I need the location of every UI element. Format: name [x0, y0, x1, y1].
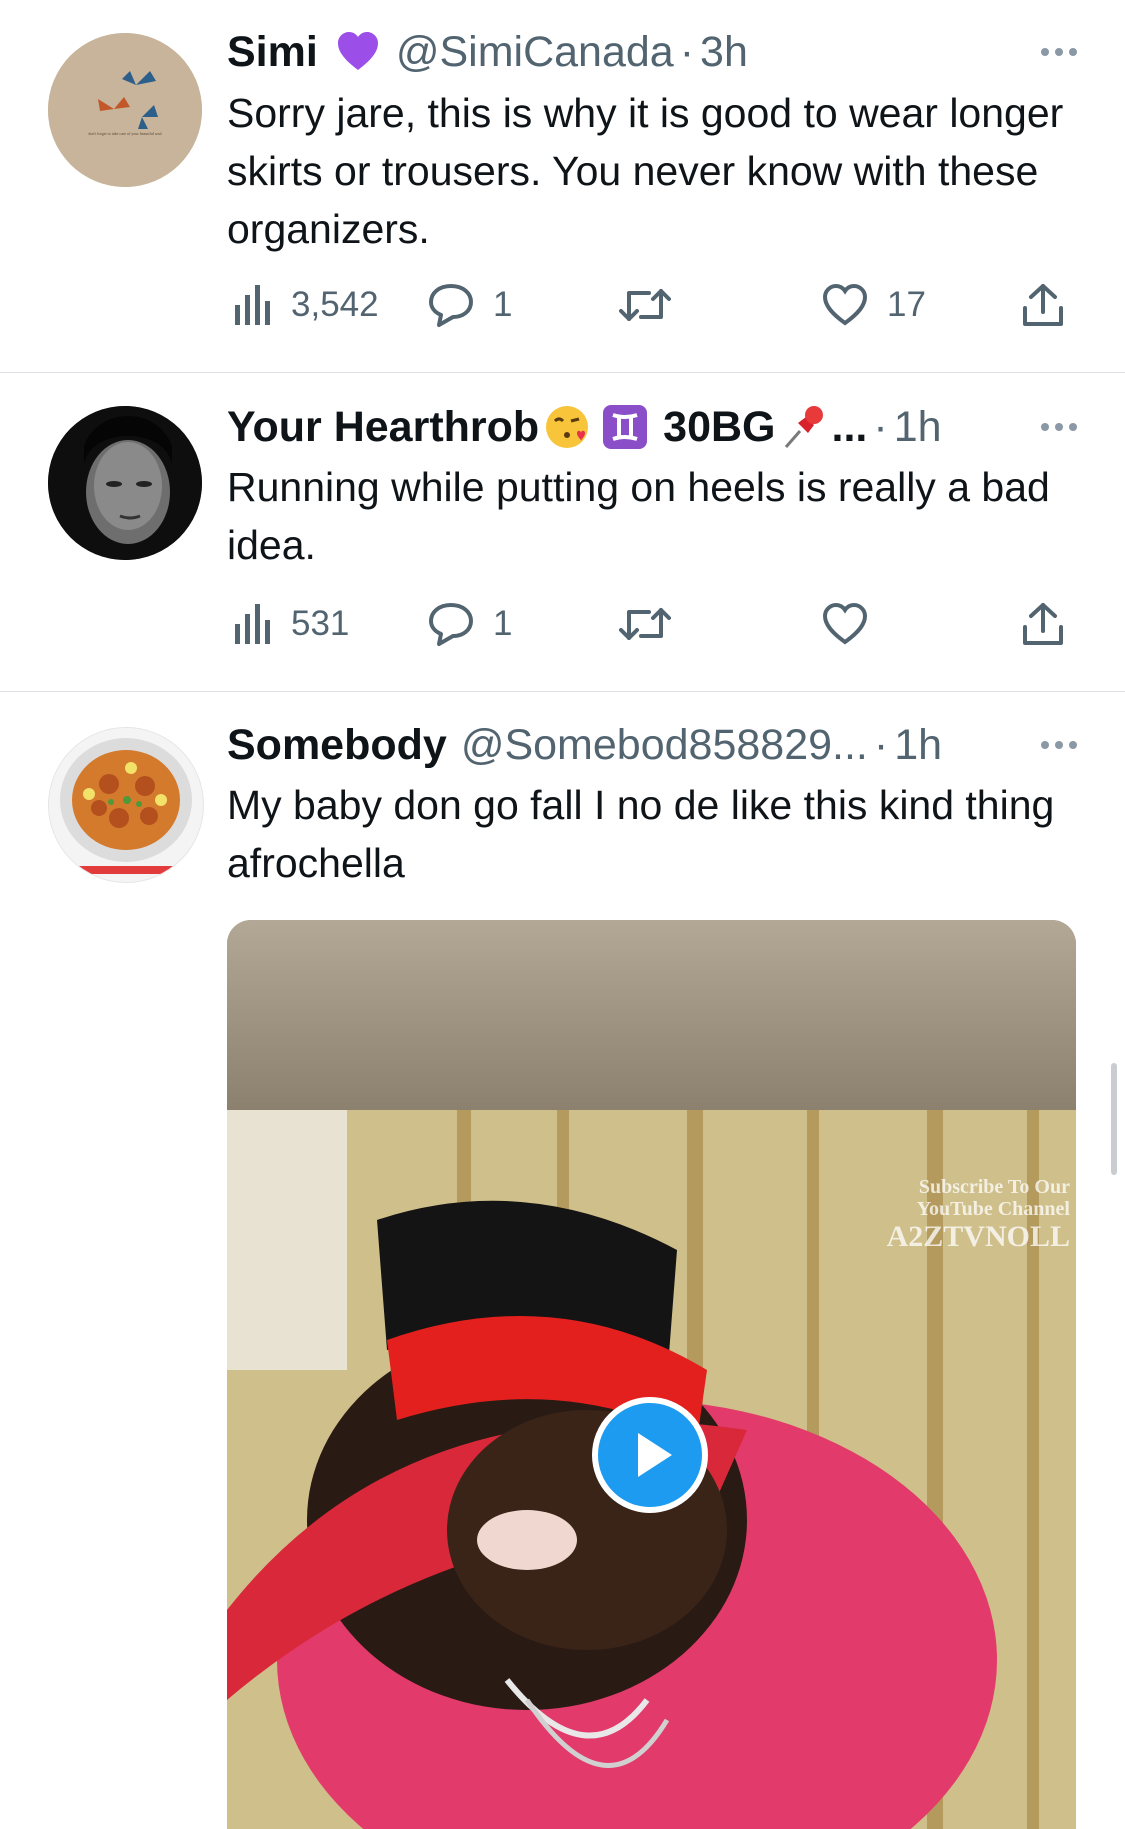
tweet-text: My baby don go fall I no de like this ki… [227, 782, 1055, 886]
watermark: Subscribe To Our YouTube Channel A2ZTVNO… [887, 1176, 1070, 1254]
scrollbar[interactable] [1111, 1063, 1117, 1175]
tweet-header: Your Hearthrob 30BG ... · 1h [227, 399, 1065, 455]
retweet-icon [619, 289, 671, 321]
display-name[interactable]: Simi [227, 28, 318, 77]
retweet-button[interactable] [619, 594, 671, 654]
watermark-line: A2ZTVNOLL [886, 1220, 1070, 1253]
more-options-icon[interactable] [1041, 399, 1077, 455]
reply-button[interactable]: 1 [427, 594, 512, 654]
truncation: ... [831, 402, 868, 451]
food-plate-icon [49, 728, 203, 882]
portrait-icon [48, 406, 202, 560]
retweet-icon [619, 608, 671, 640]
reply-count: 1 [493, 285, 513, 324]
share-button[interactable] [1021, 594, 1065, 654]
tweet-text: Sorry jare, this is why it is good to we… [227, 90, 1064, 252]
separator: · [873, 720, 889, 769]
views-icon [235, 604, 270, 644]
butterfly-icon [48, 33, 202, 187]
separator: · [873, 402, 888, 451]
views-count: 531 [291, 604, 350, 643]
purple-heart-icon [337, 32, 378, 70]
video-thumbnail [227, 920, 1076, 1829]
separator: · [679, 27, 695, 76]
action-bar: 531 1 [227, 594, 1077, 654]
heart-icon [822, 283, 868, 326]
avatar-caption: don't forget to take care of your beauti… [88, 131, 162, 136]
display-name[interactable]: Your Hearthrob [227, 403, 539, 452]
share-icon [1023, 284, 1063, 326]
reply-button[interactable]: 1 [427, 275, 512, 335]
tweet-header: Somebody @Somebod858829... · 1h [227, 717, 1065, 773]
timestamp[interactable]: 3h [700, 28, 748, 77]
more-options-icon[interactable] [1041, 717, 1077, 773]
video-player[interactable]: Subscribe To Our YouTube Channel A2ZTVNO… [227, 920, 1076, 1829]
display-name-suffix[interactable]: 30BG [663, 403, 775, 452]
share-button[interactable] [1021, 275, 1065, 335]
tweet-somebody[interactable]: Somebody @Somebod858829... · 1h My baby … [0, 692, 1125, 1829]
action-bar: 3,542 1 17 [227, 275, 1077, 335]
heart-icon [822, 602, 868, 645]
handle[interactable]: @SimiCanada [396, 28, 674, 77]
tweet-simi[interactable]: don't forget to take care of your beauti… [0, 0, 1125, 372]
watermark-line: YouTube Channel [916, 1198, 1070, 1220]
timestamp[interactable]: 1h [894, 403, 942, 452]
tweet-hearthrob[interactable]: Your Hearthrob 30BG ... · 1h Running whi… [0, 373, 1125, 691]
display-name[interactable]: Somebody [227, 721, 447, 770]
views-icon [235, 285, 270, 325]
like-count: 17 [887, 285, 926, 324]
handle[interactable]: @Somebod858829... [461, 721, 868, 770]
reply-icon [429, 284, 473, 327]
kissing-face-icon [546, 406, 589, 448]
more-options-icon[interactable] [1041, 24, 1077, 80]
avatar[interactable]: don't forget to take care of your beauti… [48, 33, 202, 187]
retweet-button[interactable] [619, 275, 671, 335]
avatar[interactable] [48, 727, 204, 883]
play-icon[interactable] [592, 1397, 708, 1513]
avatar[interactable] [48, 406, 202, 560]
tweet-text: Running while putting on heels is really… [227, 464, 1050, 568]
like-button[interactable] [821, 594, 869, 654]
timestamp[interactable]: 1h [894, 721, 942, 770]
views-count: 3,542 [291, 285, 379, 324]
reply-count: 1 [493, 604, 513, 643]
like-button[interactable]: 17 [821, 275, 926, 335]
tweet-header: Simi @SimiCanada · 3h [227, 24, 1065, 80]
share-icon [1023, 603, 1063, 645]
reply-icon [429, 603, 473, 646]
watermark-line: Subscribe To Our [918, 1176, 1070, 1198]
views-button[interactable]: 531 [233, 594, 349, 654]
views-button[interactable]: 3,542 [233, 275, 379, 335]
pushpin-icon [784, 406, 823, 448]
gemini-icon [603, 405, 648, 449]
